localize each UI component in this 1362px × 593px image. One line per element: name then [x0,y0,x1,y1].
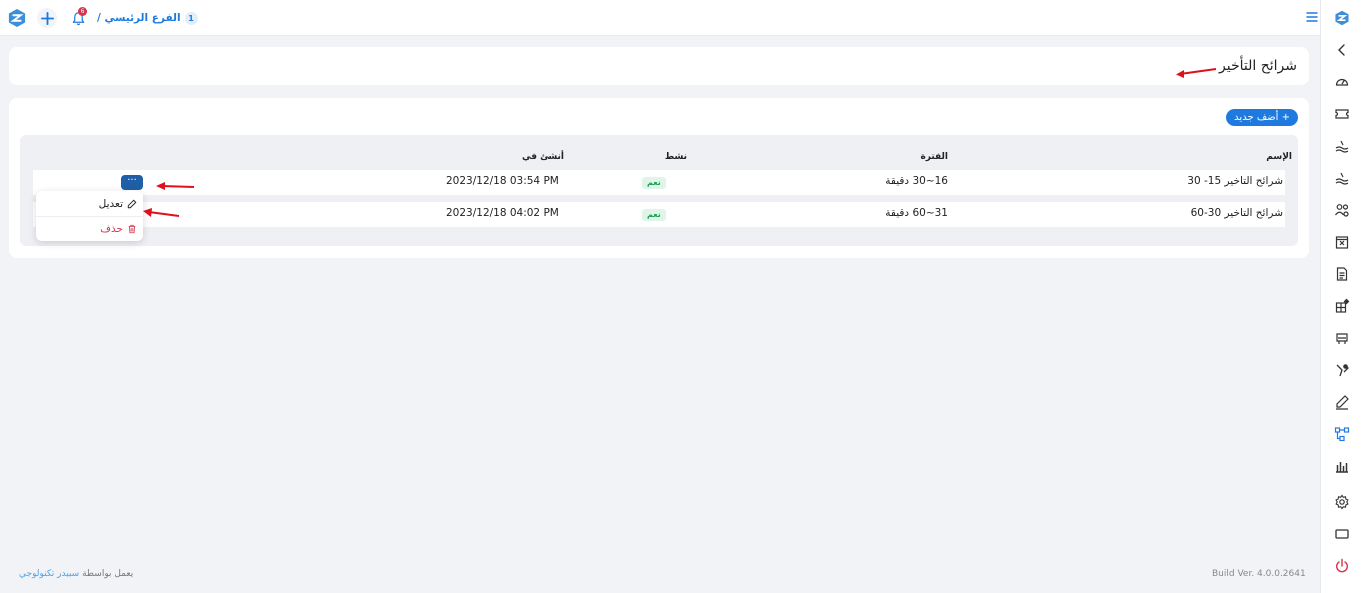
sidebar [1320,0,1362,593]
menu-divider [36,216,143,217]
menu-item-edit[interactable]: تعديل [99,193,137,215]
breadcrumb: 1 الفرع الرئيسي / [97,10,198,26]
cell-name: شرائح التاخير 30-60 [1190,207,1283,219]
apps-icon[interactable] [1333,297,1351,315]
column-header-name[interactable]: الإسم [1266,152,1292,162]
column-header-created[interactable]: أنشئ في [522,152,564,162]
status-badge: نعم [642,177,666,189]
top-bar: 6 1 الفرع الرئيسي / [0,0,1320,36]
users-gear-icon[interactable] [1333,201,1351,219]
dashboard-icon[interactable] [1333,73,1351,91]
notification-badge: 6 [78,7,87,16]
devices-icon[interactable] [1333,329,1351,347]
rectangle-icon[interactable] [1333,525,1351,543]
add-new-button[interactable]: + أضف جديد [1226,109,1298,126]
cell-created: 2023/12/18 03:54 PM [446,175,559,187]
menu-item-delete[interactable]: حذف [100,218,137,240]
annotation-arrow-actions [156,182,195,190]
pencil-icon [127,199,137,209]
brand-logo-icon[interactable] [1331,7,1353,29]
chevron-left-icon[interactable] [1333,41,1351,59]
table-row[interactable]: شرائح التاخير 30-60 31~60 دقيقة نعم 2023… [33,202,1285,227]
add-icon[interactable] [37,8,57,28]
breadcrumb-branch[interactable]: الفرع الرئيسي / [97,12,181,24]
menu-icon[interactable] [1305,10,1319,24]
menu-item-delete-label: حذف [100,223,123,235]
page-header-card: شرائح التأخير [9,47,1309,85]
power-icon[interactable] [1333,557,1351,575]
footer-company-link[interactable]: سبيدر تكنولوجي [19,569,79,579]
footer-powered-prefix: يعمل بواسطة [82,569,134,579]
gear-icon[interactable] [1333,493,1351,511]
cell-name: شرائح التاخير 15- 30 [1187,175,1283,187]
data-table: الإسم الفترة نشط أنشئ في شرائح التاخير 1… [20,135,1298,246]
wave-alt-icon[interactable] [1333,169,1351,187]
brand-logo-icon[interactable] [8,8,26,28]
pen-check-icon[interactable] [1333,361,1351,379]
annotation-arrow-menu [143,208,180,217]
footer-build-version: Build Ver. 4.0.0.2641 [1212,569,1306,579]
cell-period: 31~60 دقيقة [885,207,948,219]
column-header-period[interactable]: الفترة [920,152,948,162]
calendar-x-icon[interactable] [1333,233,1351,251]
workflow-icon[interactable] [1333,425,1351,443]
cell-period: 16~30 دقيقة [885,175,948,187]
column-header-active[interactable]: نشط [665,152,687,162]
content-card: + أضف جديد الإسم الفترة نشط أنشئ في شرائ… [9,98,1309,258]
ticket-icon[interactable] [1333,105,1351,123]
menu-item-edit-label: تعديل [98,198,123,210]
table-row[interactable]: شرائح التاخير 15- 30 16~30 دقيقة نعم 202… [33,170,1285,195]
report-icon[interactable] [1333,265,1351,283]
bar-chart-icon[interactable] [1333,457,1351,475]
annotation-arrow-title [1176,68,1217,78]
page-title: شرائح التأخير [1219,58,1297,74]
wave-icon[interactable] [1333,137,1351,155]
row-actions-button[interactable]: ··· [121,175,143,190]
signature-icon[interactable] [1333,393,1351,411]
breadcrumb-badge: 1 [184,11,198,25]
footer-powered-by: يعمل بواسطة سبيدر تكنولوجي [19,569,133,579]
row-actions-menu: تعديل حذف [36,191,143,241]
cell-created: 2023/12/18 04:02 PM [446,207,559,219]
status-badge: نعم [642,209,666,221]
trash-icon [127,224,137,234]
